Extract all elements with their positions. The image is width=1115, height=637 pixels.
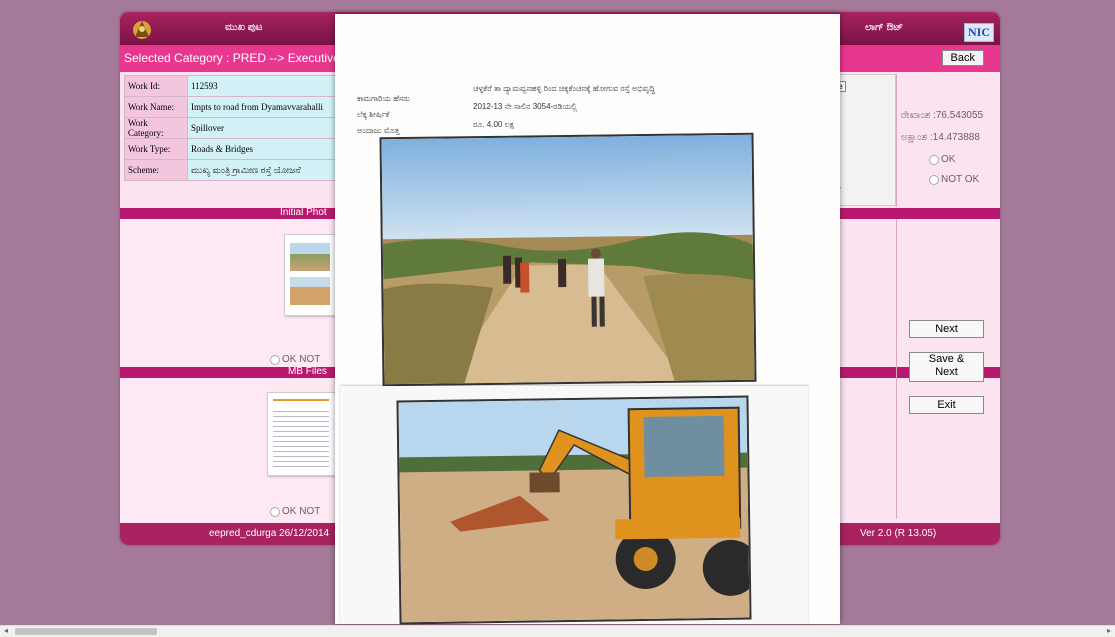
work-name-label: Work Name: [124,96,188,118]
selected-category: Selected Category : PRED --> Executive E… [124,51,356,65]
radio-icon [270,354,280,365]
version-info: Ver 2.0 (R 13.05) [860,528,937,539]
state-emblem-icon [130,17,154,41]
scrollbar-thumb[interactable] [15,628,157,635]
doc-work-name-value: ಚಳ್ಳಕೆರೆ ತಾ ದ್ಯಾಮವ್ವನಹಳ್ಳಿ ರಿಂದ ಚಿಕ್ಕಕೆಂ… [473,84,656,93]
exit-button[interactable]: Exit [909,396,984,414]
scheme-label: Scheme: [124,159,188,181]
radio-icon [929,174,939,185]
mb-ok-label: OK NOT [282,506,321,517]
work-category-label: Work Category: [124,117,188,139]
location-ok-label: OK [941,154,956,165]
next-button[interactable]: Next [909,320,984,338]
latitude-value: ಅಕ್ಷಾಂಶ :14.473888 [901,132,980,143]
mb-file-thumbnail[interactable] [267,392,337,476]
longitude-value: ರೇಖಾಂಶ :76.543055 [901,110,984,121]
doc-line [273,399,329,401]
save-next-label-1: Save & [928,353,965,365]
work-info-table: Work Id: 112593 Work Name: Impts to road f… [124,75,365,181]
doc-account-head-label: ಲೆಕ್ಕ ಶೀರ್ಷಿಕೆ [357,110,390,119]
location-notok-radio[interactable]: NOT OK [929,174,979,185]
doc-lines [273,407,329,467]
action-panel: Next Save & Next Exit [896,219,1000,519]
radio-icon [270,506,280,517]
mb-ok-radio[interactable]: OK NOT [270,506,320,517]
table-row: Work Name: Impts to road from Dyamavvarah… [124,96,365,118]
scanned-document-lower-page [340,386,808,625]
save-next-button[interactable]: Save & Next [909,352,984,382]
table-row: Work Category: Spillover [124,117,365,139]
photo-ok-radio[interactable]: OK NOT [270,354,320,365]
photo-ok-label: OK NOT [282,354,321,365]
doc-estimate-value: ರೂ. 4.00 ಲಕ್ಷ [473,120,515,129]
initial-photo-title: Initial Phot [280,207,327,218]
location-map[interactable]: te mr [832,74,896,206]
table-row: Work Id: 112593 [124,75,365,97]
table-row: Work Type: Roads & Bridges [124,138,365,160]
photo-thumb-bottom [290,277,330,305]
save-next-label-2: Next [935,366,958,378]
doc-work-name-label: ಕಾಮಗಾರಿಯ ಹೆಸರು [357,94,411,103]
radio-icon [929,154,939,165]
road-work-photo-image [381,134,755,385]
horizontal-scrollbar[interactable]: ◂ ▸ [0,625,1115,637]
excavator-photo-image [398,397,750,623]
photo-thumb-top [290,243,330,271]
logout-link[interactable]: ಲಾಗ್ ಔಟ್ [865,22,903,33]
table-row: Scheme: ಮುಖ್ಯ ಮಂತ್ರಿ ಗ್ರಾಮೀಣ ರಸ್ತೆ ಯೋಜನೆ [124,159,365,181]
doc-estimate-label: ಅಂದಾಜು ಮೊತ್ತ [357,126,400,135]
work-type-label: Work Type: [124,138,188,160]
nic-logo: NIC [963,23,994,42]
location-notok-label: NOT OK [941,174,980,185]
back-button[interactable]: Back [941,50,984,66]
scroll-left-icon[interactable]: ◂ [4,626,8,635]
user-session-info: eepred_cdurga 26/12/2014 [209,528,330,539]
work-id-label: Work Id: [124,75,188,97]
home-link[interactable]: ಮುಖ ಪುಟ [225,22,262,33]
location-ok-radio[interactable]: OK [929,154,955,165]
scroll-right-icon[interactable]: ▸ [1107,626,1111,635]
doc-account-head-value: 2012-13 ನೇ ಸಾಲಿನ 3054-ರಡಿಯಲ್ಲಿ [473,102,578,111]
initial-photo-thumbnail[interactable] [284,234,338,316]
coordinates-panel: ರೇಖಾಂಶ :76.543055 ಅಕ್ಷಾಂಶ :14.473888 OK … [896,74,1000,207]
excavator-photo [396,395,752,625]
road-work-photo [379,132,757,387]
mb-files-title: MB Files [288,366,327,377]
